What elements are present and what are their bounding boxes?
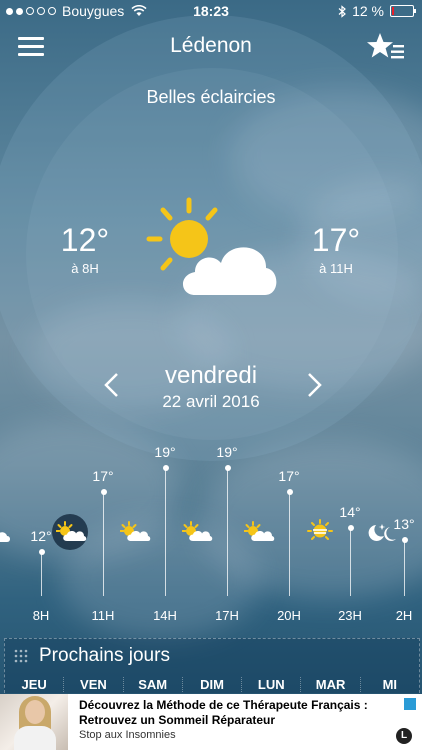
next-day-jeu[interactable]: JEU: [5, 677, 63, 692]
hour-temperature: 17°: [278, 468, 300, 484]
next-day-ven[interactable]: VEN: [63, 677, 122, 692]
hour-label: 23H: [338, 608, 362, 623]
min-temp-value: 12°: [60, 222, 110, 258]
sun-cloud-icon: [55, 521, 88, 548]
hour-temperature: 19°: [154, 444, 176, 460]
next-days-title: Prochains jours: [39, 645, 170, 666]
city-name[interactable]: Lédenon: [60, 34, 362, 58]
hamburger-menu-icon[interactable]: [18, 37, 44, 57]
hour-label: 14H: [153, 608, 177, 623]
next-days-row: JEU VEN SAM DIM LUN MAR MI: [5, 677, 419, 692]
hour-label: 2H: [395, 608, 413, 623]
sun-haze-icon: [306, 519, 334, 548]
adchoices-icon[interactable]: [404, 698, 416, 710]
status-bar: Bouygues 18:23 12 %: [0, 0, 422, 22]
hourly-forecast[interactable]: 12° 8H 17° 11H 19° 14H 19° 17H 17° 20H 14° 23H 13° 2H: [0, 430, 422, 630]
temperature-stem: [289, 492, 290, 596]
next-day-mi[interactable]: MI: [359, 677, 419, 692]
sun-cloud-icon: [145, 195, 280, 305]
hour-temperature: 17°: [92, 468, 114, 484]
temperature-point: [286, 489, 293, 495]
min-temperature: 12° à 8H: [55, 222, 115, 276]
hour-label: 17H: [215, 608, 239, 623]
hour-label: 8H: [32, 608, 50, 623]
next-day-mar[interactable]: MAR: [300, 677, 359, 692]
temperature-stem: [227, 468, 228, 596]
temperature-stem: [165, 468, 166, 596]
hour-temperature: 13°: [393, 516, 415, 532]
grid-dots-icon: [14, 649, 28, 663]
temperature-stem: [41, 552, 42, 596]
ad-headline: Découvrez la Méthode de ce Thérapeute Fr…: [79, 698, 368, 712]
temperature-stem: [404, 540, 405, 596]
next-day-lun[interactable]: LUN: [241, 677, 300, 692]
max-temp-value: 17°: [311, 222, 361, 258]
weather-condition: Belles éclaircies: [146, 87, 276, 107]
battery: 12 %: [338, 3, 416, 19]
ad-tagline: Stop aux Insomnies: [79, 729, 176, 741]
ad-image: [0, 694, 68, 750]
chevron-right-icon: [308, 373, 322, 397]
temperature-point: [100, 489, 107, 495]
next-day-dim[interactable]: DIM: [181, 677, 241, 692]
partial-weather-icon-left: [0, 528, 12, 549]
battery-percent: 12 %: [352, 3, 384, 19]
battery-icon: [390, 5, 416, 17]
ad-subheadline: Retrouvez un Sommeil Réparateur: [79, 713, 276, 727]
max-temp-time: à 11H: [319, 261, 353, 276]
temperature-point: [347, 525, 354, 531]
max-temperature: 17° à 11H: [306, 222, 366, 276]
min-temp-time: à 8H: [71, 261, 99, 276]
temperature-stem: [350, 528, 351, 596]
hour-temperature: 19°: [216, 444, 238, 460]
temperature-point: [401, 537, 408, 543]
advertiser-logo: L: [396, 728, 412, 744]
hour-label: 20H: [277, 608, 301, 623]
temperature-point: [224, 465, 231, 471]
temperature-point: [38, 549, 45, 555]
hour-temperature: 14°: [339, 504, 361, 520]
sun-cloud-icon: [119, 521, 152, 548]
temperature-point: [162, 465, 169, 471]
ad-banner[interactable]: Découvrez la Méthode de ce Thérapeute Fr…: [0, 694, 422, 750]
hour-label: 11H: [91, 608, 115, 623]
bluetooth-icon: [338, 4, 346, 18]
next-day-button[interactable]: [303, 372, 325, 398]
sun-cloud-icon: [181, 521, 214, 548]
sun-cloud-icon: [243, 521, 276, 548]
temperature-stem: [103, 492, 104, 596]
next-day-sam[interactable]: SAM: [122, 677, 182, 692]
star-list-icon[interactable]: [366, 31, 406, 63]
next-days-panel[interactable]: Prochains jours JEU VEN SAM DIM LUN MAR MI: [4, 638, 420, 693]
